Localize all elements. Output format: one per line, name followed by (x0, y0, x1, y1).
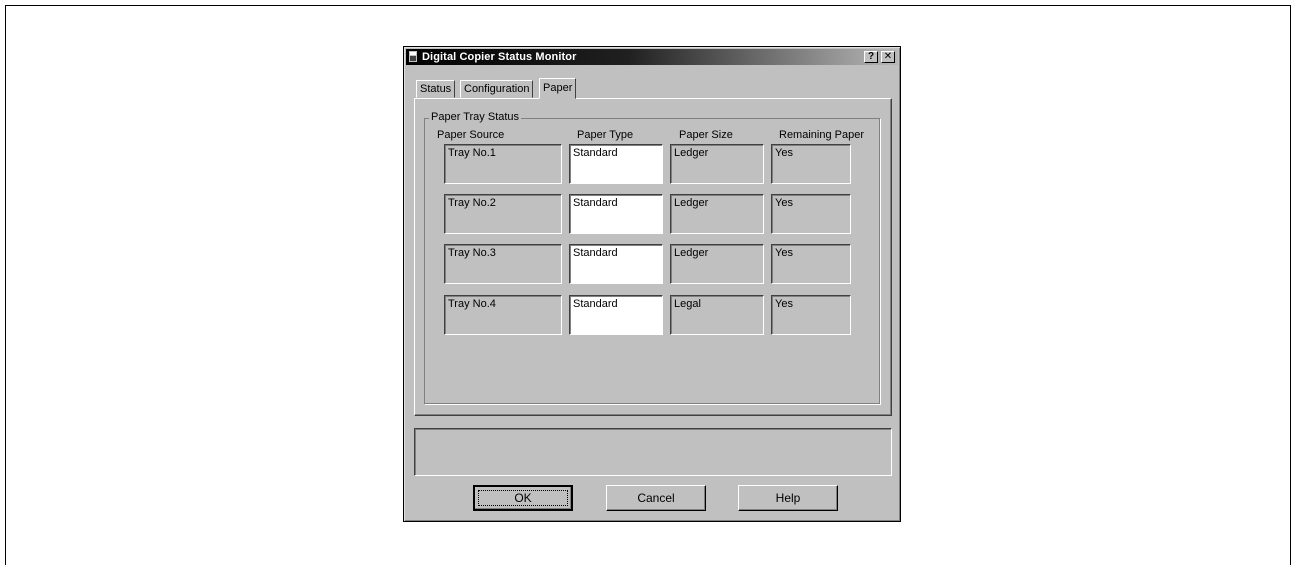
close-icon[interactable]: ✕ (881, 51, 895, 63)
tray-2-remaining: Yes (771, 194, 851, 234)
tray-4-size: Legal (670, 295, 764, 335)
help-icon[interactable]: ? (864, 51, 878, 63)
tab-status[interactable]: Status (416, 80, 456, 98)
header-paper-type: Paper Type (577, 129, 634, 141)
status-message-box (414, 428, 892, 476)
tray-3-remaining: Yes (771, 244, 851, 284)
group-label: Paper Tray Status (429, 111, 522, 123)
tab-paper[interactable]: Paper (539, 78, 577, 99)
tray-4-type-field[interactable]: Standard (569, 295, 663, 335)
tray-1-remaining: Yes (771, 144, 851, 184)
help-button[interactable]: Help (738, 485, 838, 511)
tab-configuration[interactable]: Configuration (460, 80, 534, 98)
paper-tab-panel: Paper Tray Status Paper Source Paper Typ… (414, 98, 892, 416)
paper-tray-status-group: Paper Tray Status Paper Source Paper Typ… (424, 111, 880, 404)
tray-3-source: Tray No.3 (444, 244, 562, 284)
tray-1-type-field[interactable]: Standard (569, 144, 663, 184)
header-paper-source: Paper Source (437, 129, 505, 141)
tray-3-size: Ledger (670, 244, 764, 284)
tray-4-source: Tray No.4 (444, 295, 562, 335)
status-monitor-dialog: Digital Copier Status Monitor ? ✕ Status… (403, 46, 901, 522)
header-remaining-paper: Remaining Paper (779, 129, 864, 141)
tray-2-source: Tray No.2 (444, 194, 562, 234)
title-bar[interactable]: Digital Copier Status Monitor ? ✕ (406, 49, 898, 65)
window-title: Digital Copier Status Monitor (422, 51, 577, 63)
tray-1-source: Tray No.1 (444, 144, 562, 184)
tray-2-size: Ledger (670, 194, 764, 234)
tray-2-type-field[interactable]: Standard (569, 194, 663, 234)
focus-rect (478, 490, 568, 506)
cancel-button[interactable]: Cancel (606, 485, 706, 511)
tray-1-size: Ledger (670, 144, 764, 184)
ok-button[interactable]: OK (473, 485, 573, 511)
header-paper-size: Paper Size (679, 129, 733, 141)
tray-4-remaining: Yes (771, 295, 851, 335)
tray-3-type-field[interactable]: Standard (569, 244, 663, 284)
printer-icon (409, 51, 417, 62)
